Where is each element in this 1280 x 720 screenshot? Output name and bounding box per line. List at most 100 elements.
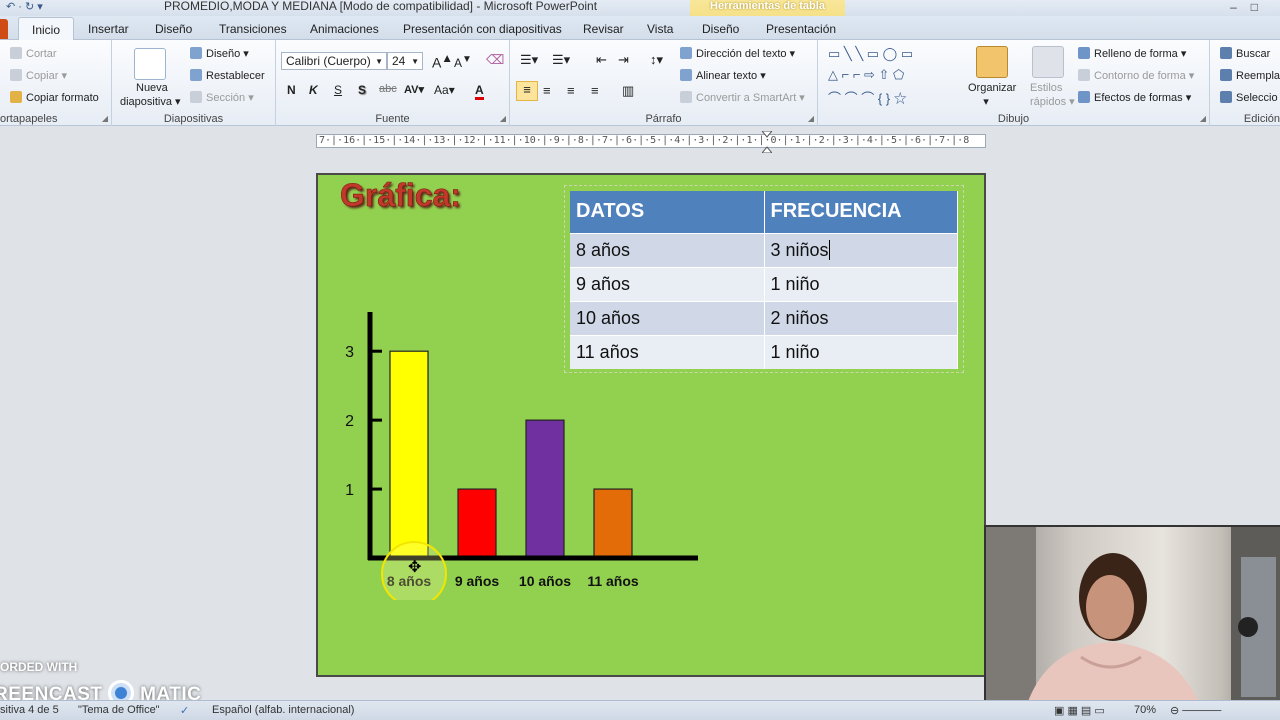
slide-title[interactable]: Gráfica: xyxy=(340,177,462,214)
section-button[interactable]: Sección ▾ xyxy=(190,91,254,104)
font-size-select[interactable]: 24 ▼ xyxy=(387,52,423,70)
group-dibujo: ▭ ╲ ╲ ▭ ◯ ▭ △ ⌐ ⌐ ⇨ ⇧ ⬠ ⌒ ⌒ ⌒ { } ☆ Orga… xyxy=(818,40,1210,126)
webcam-overlay xyxy=(984,525,1280,705)
bold-button[interactable]: N xyxy=(287,83,296,97)
tab-insertar[interactable]: Insertar xyxy=(88,22,129,36)
italic-button[interactable]: K xyxy=(309,83,318,97)
tab-diseno[interactable]: Diseño xyxy=(155,22,192,36)
group-portapapeles: Cortar Copiar ▾ Copiar formato ortapapel… xyxy=(0,40,112,126)
table-cell[interactable]: 9 años xyxy=(570,266,765,301)
header-datos[interactable]: DATOS xyxy=(570,191,765,233)
align-text-button[interactable]: Alinear texto ▾ xyxy=(680,69,766,82)
dialog-launcher-icon[interactable]: ◢ xyxy=(1200,114,1206,123)
table-cell[interactable]: 1 niño xyxy=(764,334,958,369)
arrange-button[interactable]: Organizar xyxy=(968,82,1016,94)
shrink-font-icon[interactable]: A▼ xyxy=(454,54,472,70)
dialog-launcher-icon[interactable]: ◢ xyxy=(500,114,506,123)
zoom-slider[interactable]: ⊖ ───── xyxy=(1170,704,1221,717)
quick-styles-label[interactable]: Estilos xyxy=(1030,82,1062,94)
window-controls[interactable]: –□ xyxy=(1230,0,1272,14)
layout-button[interactable]: Diseño ▾ xyxy=(190,47,249,60)
tab-transiciones[interactable]: Transiciones xyxy=(219,22,287,36)
arrange-dropdown-icon[interactable]: ▾ xyxy=(968,95,989,108)
paintbrush-icon xyxy=(10,91,22,103)
dialog-launcher-icon[interactable]: ◢ xyxy=(808,114,814,123)
tab-revisar[interactable]: Revisar xyxy=(583,22,624,36)
new-slide-label[interactable]: Nueva xyxy=(136,82,168,94)
find-button[interactable]: Buscar xyxy=(1220,47,1270,60)
smartart-button[interactable]: Convertir a SmartArt ▾ xyxy=(680,91,805,104)
underline-button[interactable]: S xyxy=(334,83,342,97)
dialog-launcher-icon[interactable]: ◢ xyxy=(102,114,108,123)
shape-fill-button[interactable]: Relleno de forma ▾ xyxy=(1078,47,1186,60)
clear-format-icon[interactable]: ⌫ xyxy=(486,52,504,68)
change-case-button[interactable]: Aa▾ xyxy=(434,83,455,97)
slide-canvas[interactable]: Gráfica: DATOS FRECUENCIA 8 años 3 niños… xyxy=(316,173,986,677)
horizontal-ruler[interactable]: 7·|·16·|·15·|·14·|·13·|·12·|·11·|·10·|·9… xyxy=(316,134,986,148)
window-title: PROMEDIO,MODA Y MEDIANA [Modo de compati… xyxy=(164,0,598,13)
tab-table-diseno[interactable]: Diseño xyxy=(702,22,739,36)
tab-inicio[interactable]: Inicio xyxy=(18,17,75,41)
increase-indent-icon[interactable]: ⇥ xyxy=(618,52,629,68)
smartart-icon xyxy=(680,91,692,103)
view-buttons[interactable]: ▣ ▦ ▤ ▭ xyxy=(1054,704,1105,717)
align-text-icon xyxy=(680,69,692,81)
align-center-icon[interactable]: ≡ xyxy=(543,83,551,98)
bar-chart[interactable]: 8 años9 años10 años11 años123✥ xyxy=(334,300,714,600)
quick-styles-button[interactable]: rápidos ▾ xyxy=(1030,95,1075,108)
font-color-button[interactable]: A xyxy=(475,83,484,100)
align-left-button[interactable]: ≡ xyxy=(516,81,538,101)
table-cell[interactable]: 8 años xyxy=(570,232,765,267)
header-frecuencia[interactable]: FRECUENCIA xyxy=(764,191,958,233)
strikethrough-button[interactable]: abc xyxy=(379,83,397,95)
select-button[interactable]: Seleccio xyxy=(1220,91,1278,104)
tab-presentacion-diapositivas[interactable]: Presentación con diapositivas xyxy=(403,22,562,36)
numbering-icon[interactable]: ☰▾ xyxy=(552,52,570,68)
presenter-video-image xyxy=(986,527,1280,705)
text-direction-icon xyxy=(680,47,692,59)
table-cell[interactable]: 2 niños xyxy=(764,300,958,335)
font-name-select[interactable]: Calibri (Cuerpo) ▼ xyxy=(281,52,387,70)
replace-button[interactable]: Reempla xyxy=(1220,69,1280,82)
arrange-icon xyxy=(976,46,1008,78)
slide-counter: sitiva 4 de 5 xyxy=(0,704,59,716)
tab-table-presentacion[interactable]: Presentación xyxy=(766,22,836,36)
file-tab[interactable] xyxy=(0,19,8,39)
x-tick-label: 9 años xyxy=(455,573,500,589)
bullets-icon[interactable]: ☰▾ xyxy=(520,52,538,68)
copy-button[interactable]: Copiar ▾ xyxy=(10,69,67,82)
table-cell[interactable]: 1 niño xyxy=(764,266,958,301)
tab-vista[interactable]: Vista xyxy=(647,22,673,36)
line-spacing-icon[interactable]: ↕▾ xyxy=(650,52,663,68)
bar-2 xyxy=(457,488,497,559)
table-cell[interactable]: 3 niños xyxy=(764,232,958,267)
char-spacing-button[interactable]: AV▾ xyxy=(404,83,424,96)
spellcheck-icon[interactable]: ✓ xyxy=(180,704,189,717)
bar-1 xyxy=(389,350,429,559)
shadow-button[interactable]: S xyxy=(358,83,366,97)
indent-marker-icon[interactable] xyxy=(762,131,772,153)
zoom-level[interactable]: 70% xyxy=(1134,704,1156,716)
justify-icon[interactable]: ≡ xyxy=(591,83,599,98)
section-icon xyxy=(190,91,202,103)
title-bar: ↶ · ↻ ▾ PROMEDIO,MODA Y MEDIANA [Modo de… xyxy=(0,0,1280,40)
quick-styles-icon xyxy=(1032,46,1064,78)
quick-access-toolbar[interactable]: ↶ · ↻ ▾ xyxy=(6,0,43,13)
language-indicator[interactable]: Español (alfab. internacional) xyxy=(212,704,354,716)
text-direction-button[interactable]: Dirección del texto ▾ xyxy=(680,47,795,60)
columns-icon[interactable]: ▥ xyxy=(622,83,634,99)
decrease-indent-icon[interactable]: ⇤ xyxy=(596,52,607,68)
tab-animaciones[interactable]: Animaciones xyxy=(310,22,379,36)
cut-button[interactable]: Cortar xyxy=(10,47,57,60)
reset-button[interactable]: Restablecer xyxy=(190,69,265,82)
grow-font-icon[interactable]: A▲ xyxy=(432,52,453,71)
new-slide-button[interactable]: diapositiva ▾ xyxy=(120,95,181,108)
group-edicion: Buscar Reempla Seleccio Edición xyxy=(1210,40,1280,126)
shape-effects-button[interactable]: Efectos de formas ▾ xyxy=(1078,91,1191,104)
format-painter-button[interactable]: Copiar formato xyxy=(10,91,99,104)
copy-icon xyxy=(10,69,22,81)
watermark-line1: ORDED WITH xyxy=(0,660,78,674)
align-right-icon[interactable]: ≡ xyxy=(567,83,575,98)
shape-outline-button[interactable]: Contorno de forma ▾ xyxy=(1078,69,1194,82)
theme-name[interactable]: "Tema de Office" xyxy=(78,704,160,716)
